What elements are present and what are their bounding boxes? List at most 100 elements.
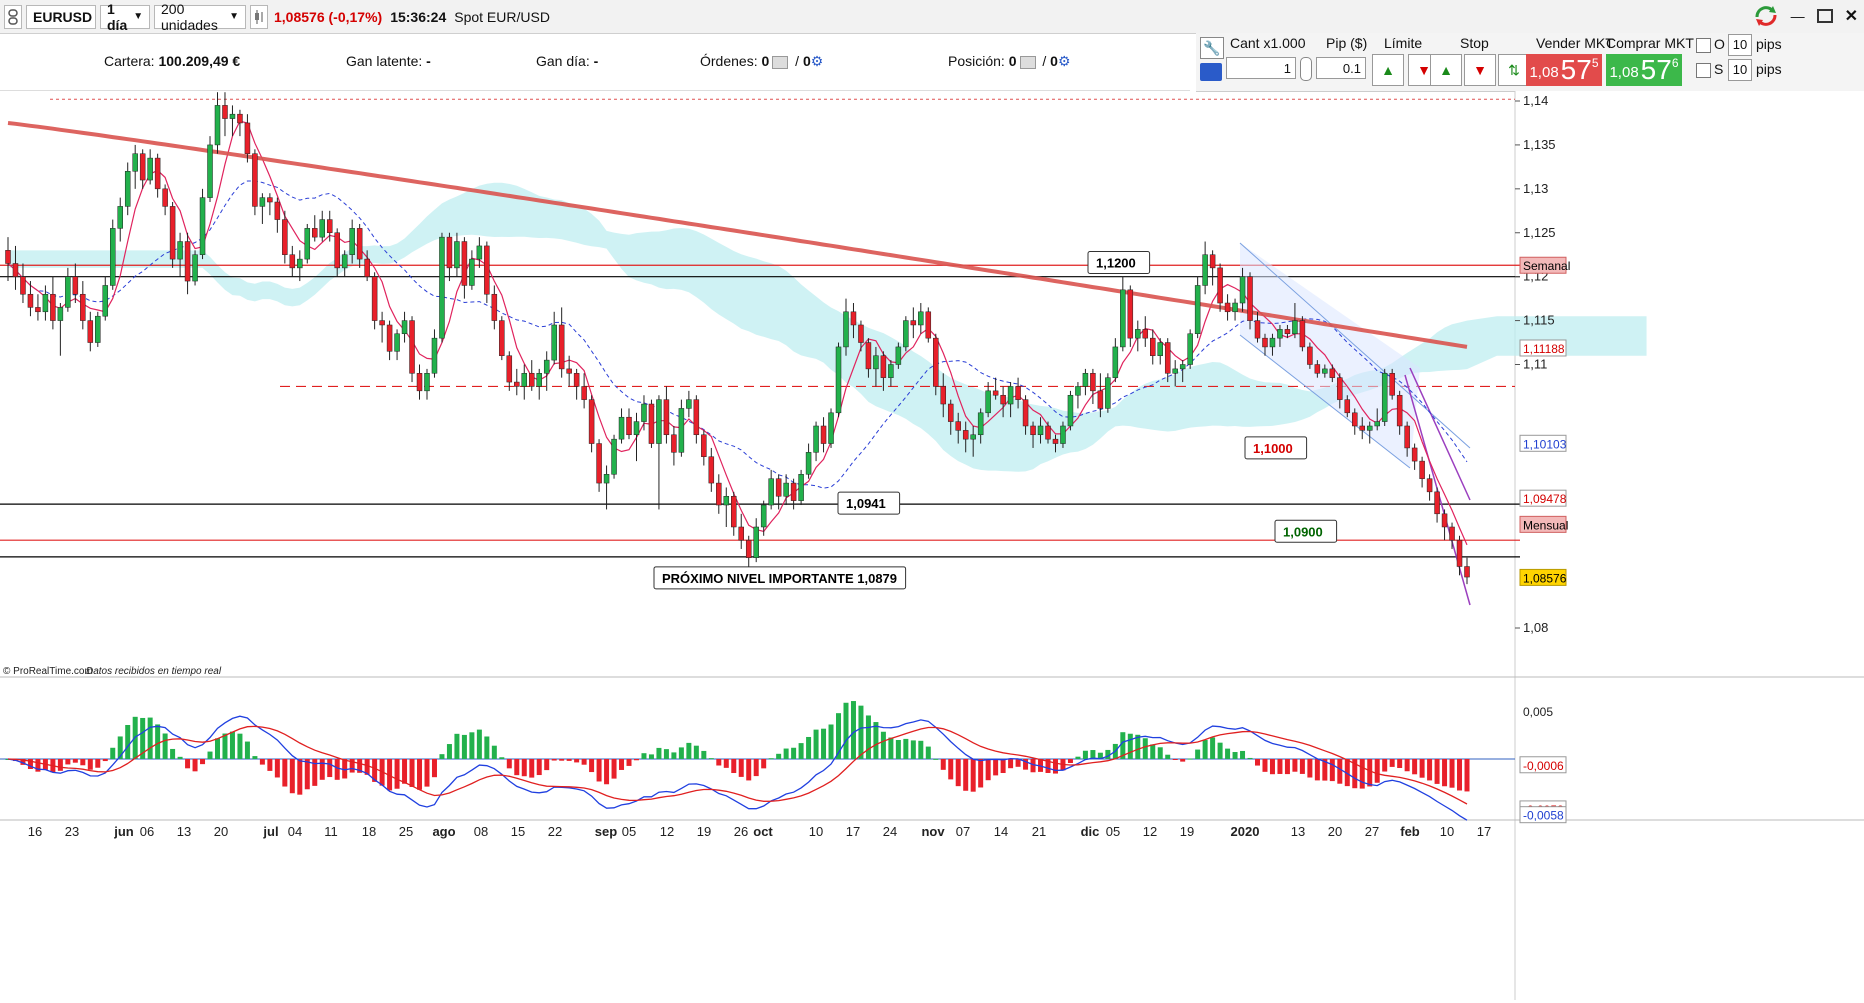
candle-body[interactable] <box>102 285 109 317</box>
candle-body[interactable] <box>536 373 542 387</box>
candle-body[interactable] <box>1142 329 1149 339</box>
candle-body[interactable] <box>626 416 632 436</box>
candle-body[interactable] <box>1269 337 1276 348</box>
qty-input[interactable]: 1 <box>1226 57 1296 79</box>
wrench-icon[interactable]: 🔧 <box>1200 37 1224 59</box>
candle-body[interactable] <box>1389 373 1395 396</box>
candle-body[interactable] <box>1262 337 1268 348</box>
units-select[interactable]: 200 unidades ▼ <box>154 1 246 33</box>
candle-body[interactable] <box>745 539 752 558</box>
candle-body[interactable] <box>1232 302 1238 313</box>
candle-body[interactable] <box>828 412 834 444</box>
candle-body[interactable] <box>663 399 670 436</box>
candle-body[interactable] <box>72 276 79 295</box>
candle-body[interactable] <box>326 219 333 233</box>
candle-body[interactable] <box>304 228 311 260</box>
candle-body[interactable] <box>154 157 161 190</box>
chart-area[interactable]: 1,1200 1,1000 1,0941 1,0900 PRÓXIMO NIVEL IM… <box>0 91 1864 1000</box>
candle-body[interactable] <box>394 333 400 352</box>
candle-body[interactable] <box>1314 364 1321 374</box>
maximize-icon[interactable] <box>1816 9 1833 23</box>
candle-body[interactable] <box>858 324 864 343</box>
candle-body[interactable] <box>611 438 617 475</box>
candle-body[interactable] <box>147 157 153 181</box>
candle-body[interactable] <box>35 307 41 313</box>
candle-body[interactable] <box>1426 478 1433 493</box>
candle-body[interactable] <box>341 254 348 269</box>
candle-body[interactable] <box>648 403 655 444</box>
candle-body[interactable] <box>618 416 625 440</box>
candle-body[interactable] <box>386 324 393 352</box>
candle-body[interactable] <box>1441 513 1448 528</box>
candle-body[interactable] <box>252 153 258 207</box>
candle-body[interactable] <box>633 421 640 436</box>
candle-body[interactable] <box>1277 329 1283 339</box>
candle-body[interactable] <box>297 258 303 269</box>
candle-body[interactable] <box>356 228 363 260</box>
candle-body[interactable] <box>491 293 498 321</box>
timeframe-select[interactable]: 1 día ▼ <box>100 1 150 33</box>
symbol-select[interactable]: EURUSD▼ <box>26 4 108 29</box>
candle-body[interactable] <box>723 496 730 506</box>
candle-body[interactable] <box>409 320 415 374</box>
candle-body[interactable] <box>678 408 685 453</box>
candle-body[interactable] <box>641 403 647 422</box>
candle-body[interactable] <box>1456 539 1463 567</box>
candle-body[interactable] <box>933 337 939 387</box>
candle-body[interactable] <box>1224 302 1231 313</box>
candle-body[interactable] <box>768 478 774 506</box>
candle-body[interactable] <box>573 373 580 387</box>
candle-body[interactable] <box>514 381 520 387</box>
pip-input[interactable]: 0.1 <box>1316 57 1366 79</box>
candle-body[interactable] <box>207 144 213 198</box>
gear-icon[interactable]: ⚙ <box>811 53 824 69</box>
candle-body[interactable] <box>588 399 595 444</box>
candle-body[interactable] <box>319 219 325 238</box>
keyboard-icon[interactable] <box>1200 63 1222 81</box>
candle-body[interactable] <box>199 197 206 255</box>
candle-body[interactable] <box>581 386 587 400</box>
candle-body[interactable] <box>1187 333 1193 365</box>
candle-body[interactable] <box>1352 412 1358 427</box>
candle-body[interactable] <box>1381 373 1388 422</box>
candle-body[interactable] <box>775 478 782 497</box>
candle-body[interactable] <box>237 113 243 124</box>
candle-body[interactable] <box>1075 386 1081 396</box>
posicion[interactable]: Posición: 0 / 0⚙ <box>948 53 1071 70</box>
candle-body[interactable] <box>992 390 999 396</box>
candle-body[interactable] <box>184 241 191 282</box>
candle-body[interactable] <box>312 228 318 238</box>
candle-body[interactable] <box>416 373 423 392</box>
candle-body[interactable] <box>1322 368 1328 374</box>
candle-body[interactable] <box>50 293 56 321</box>
candle-body[interactable] <box>955 421 961 431</box>
candle-body[interactable] <box>27 293 34 308</box>
candle-body[interactable] <box>1239 276 1246 304</box>
candle-body[interactable] <box>95 315 101 343</box>
candle-body[interactable] <box>551 324 557 361</box>
candle-body[interactable] <box>1105 377 1111 409</box>
candle-body[interactable] <box>880 355 887 378</box>
candle-body[interactable] <box>1359 425 1366 431</box>
candle-body[interactable] <box>1209 254 1216 269</box>
candle-body[interactable] <box>439 236 445 339</box>
candle-body[interactable] <box>139 153 146 181</box>
candle-body[interactable] <box>1127 289 1134 339</box>
candle-body[interactable] <box>1464 566 1470 578</box>
candle-body[interactable] <box>244 122 251 154</box>
candle-body[interactable] <box>424 373 430 392</box>
candle-body[interactable] <box>1411 447 1418 462</box>
candle-body[interactable] <box>259 197 266 207</box>
candle-body[interactable] <box>506 355 513 383</box>
candle-body[interactable] <box>558 324 565 370</box>
candle-body[interactable] <box>124 171 131 207</box>
candle-body[interactable] <box>1419 460 1425 479</box>
candle-body[interactable] <box>1434 491 1440 515</box>
candle-body[interactable] <box>686 399 692 409</box>
candle-body[interactable] <box>835 346 842 414</box>
candle-body[interactable] <box>499 320 505 356</box>
candle-body[interactable] <box>476 245 483 260</box>
candle-body[interactable] <box>850 311 857 326</box>
link-icon[interactable] <box>1300 57 1312 81</box>
candle-body[interactable] <box>484 245 490 295</box>
